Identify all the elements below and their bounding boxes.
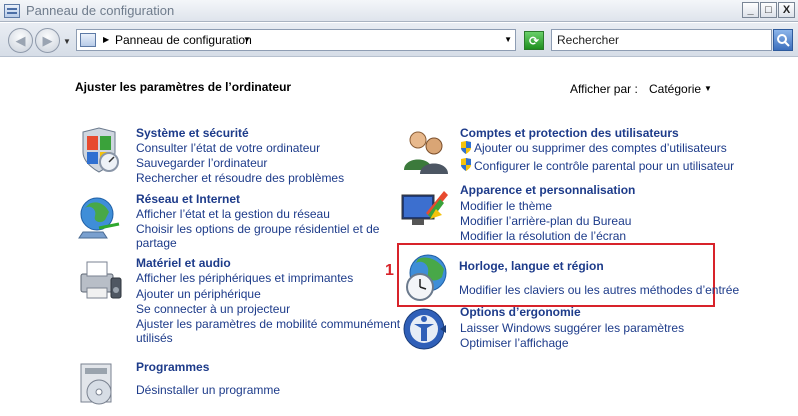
ease-of-access-icon [403,308,446,350]
address-box[interactable]: ▶ Panneau de configuration ▼ ▼ [76,29,516,51]
minimize-button[interactable]: _ [742,2,759,18]
link-windows-suggest-settings[interactable]: Laisser Windows suggérer les paramètres [460,321,684,335]
link-connect-projector[interactable]: Se connecter à un projecteur [136,302,290,316]
breadcrumb-control-panel[interactable]: Panneau de configuration [115,33,252,47]
link-parental-controls[interactable]: Configurer le contrôle parental pour un … [474,159,734,173]
category-appearance: Apparence et personnalisation Modifier l… [400,183,720,243]
link-mobility-settings[interactable]: Ajuster les paramètres de mobilité commu… [136,317,400,331]
link-view-computer-status[interactable]: Consulter l’état de votre ordinateur [136,141,320,155]
refresh-button[interactable]: ⟳ [524,31,544,50]
users-icon [404,131,448,174]
page-title: Ajuster les paramètres de l’ordinateur [75,80,292,94]
refresh-icon: ⟳ [528,33,540,48]
link-add-remove-accounts[interactable]: Ajouter ou supprimer des comptes d’utili… [474,141,727,155]
search-input[interactable]: Rechercher [551,29,772,51]
breadcrumb-dropdown-icon[interactable]: ▼ [243,35,251,44]
category-programs: Programmes Désinstaller un programme [75,360,325,410]
category-network-internet: Réseau et Internet Afficher l’état et la… [75,192,379,252]
category-ease-of-access: Options d’ergonomie Laisser Windows sugg… [400,305,700,355]
recent-pages-dropdown[interactable]: ▼ [63,37,71,46]
category-clock-language-region: Horloge, langue et région Modifier les c… [402,253,739,303]
forward-arrow-icon: ▶ [42,32,53,48]
link-network-status[interactable]: Afficher l’état et la gestion du réseau [136,207,330,221]
link-change-keyboards[interactable]: Modifier les claviers ou les autres méth… [459,283,739,297]
category-title[interactable]: Programmes [136,360,209,374]
link-desktop-background[interactable]: Modifier l’arrière-plan du Bureau [460,214,631,228]
link-screen-resolution[interactable]: Modifier la résolution de l’écran [460,229,626,243]
back-button[interactable]: ◀ [8,28,33,53]
link-homegroup-options[interactable]: Choisir les options de groupe résidentie… [136,222,379,236]
view-by-dropdown[interactable]: Catégorie [649,82,701,96]
control-panel-icon [80,33,96,47]
forward-button[interactable]: ▶ [35,28,60,53]
title-bar: Panneau de configuration _ □ X [0,0,798,22]
category-title[interactable]: Options d’ergonomie [460,305,581,319]
search-icon [777,34,790,47]
globe-clock-icon [406,254,447,301]
control-panel-icon [4,4,20,18]
annotation-marker: 1 [385,262,394,279]
link-change-theme[interactable]: Modifier le thème [460,199,552,213]
link-add-device[interactable]: Ajouter un périphérique [136,287,261,301]
link-optimize-display[interactable]: Optimiser l’affichage [460,336,569,350]
category-title[interactable]: Matériel et audio [136,256,231,270]
category-title[interactable]: Apparence et personnalisation [460,183,635,197]
link-devices-printers[interactable]: Afficher les périphériques et imprimante… [136,271,353,285]
search-button[interactable] [773,29,793,51]
address-dropdown-icon[interactable]: ▼ [504,35,512,44]
window-title: Panneau de configuration [26,3,175,18]
uac-shield-icon [461,141,471,154]
category-hardware-sound: Matériel et audio Afficher les périphéri… [75,256,400,346]
maximize-button[interactable]: □ [760,2,777,18]
security-shield-icon [82,127,119,173]
link-mobility-settings-cont[interactable]: utilisés [136,331,173,345]
close-button[interactable]: X [778,2,795,18]
category-title[interactable]: Horloge, langue et région [459,259,604,273]
back-arrow-icon: ◀ [15,32,26,48]
address-bar: ◀ ▶ ▼ ▶ Panneau de configuration ▼ ▼ ⟳ R… [0,23,798,57]
link-backup-computer[interactable]: Sauvegarder l’ordinateur [136,156,267,170]
category-title[interactable]: Comptes et protection des utilisateurs [460,126,679,140]
programs-disc-icon [80,363,112,405]
view-by-label: Afficher par : [570,82,638,96]
category-title[interactable]: Système et sécurité [136,126,249,140]
category-title[interactable]: Réseau et Internet [136,192,240,206]
view-by-dropdown-icon[interactable]: ▼ [704,84,712,93]
uac-shield-icon [461,158,471,171]
link-homegroup-options-cont[interactable]: partage [136,236,177,250]
link-uninstall-program[interactable]: Désinstaller un programme [136,383,280,397]
printer-icon [80,261,122,299]
appearance-monitor-icon [401,191,448,225]
breadcrumb-arrow-icon[interactable]: ▶ [103,35,109,44]
network-globe-icon [78,197,120,239]
link-troubleshoot[interactable]: Rechercher et résoudre des problèmes [136,171,344,185]
category-user-accounts: Comptes et protection des utilisateurs A… [400,126,740,176]
category-system-security: Système et sécurité Consulter l’état de … [75,126,355,186]
